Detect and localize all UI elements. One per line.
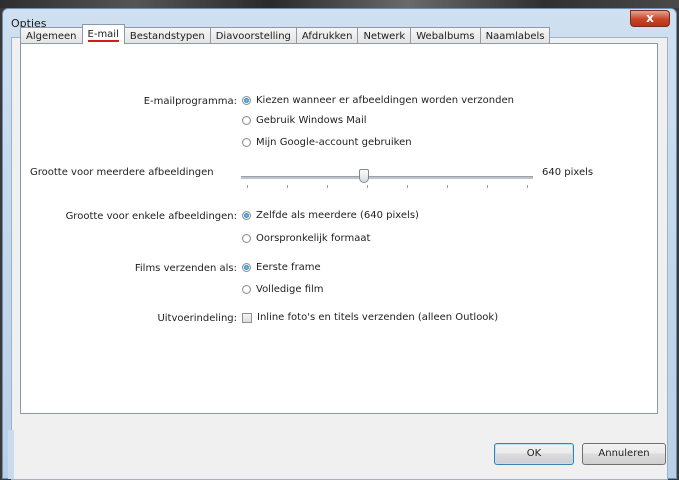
radio-label: Zelfde als meerdere (640 pixels) xyxy=(256,210,419,221)
radio-selected-icon xyxy=(242,211,251,220)
multi-size-slider[interactable] xyxy=(241,169,533,188)
radio-original-size[interactable]: Oorspronkelijk formaat xyxy=(242,233,370,244)
slider-tick xyxy=(287,185,288,188)
radio-unselected-icon xyxy=(242,116,251,125)
radio-selected-icon xyxy=(242,96,251,105)
tab-strip: Algemeen E-mail Bestandstypen Diavoorste… xyxy=(20,24,551,44)
radio-unselected-icon xyxy=(242,138,251,147)
multi-size-label: Grootte voor meerdere afbeeldingen xyxy=(30,167,214,178)
radio-label: Gebruik Windows Mail xyxy=(256,115,367,126)
radio-google-account[interactable]: Mijn Google-account gebruiken xyxy=(242,137,412,148)
radio-label: Volledige film xyxy=(256,284,324,295)
single-size-label: Grootte voor enkele afbeeldingen: xyxy=(65,211,237,222)
radio-choose-when-sending[interactable]: Kiezen wanneer er afbeeldingen worden ve… xyxy=(242,95,514,106)
email-program-label: E-mailprogramma: xyxy=(143,96,237,107)
radio-label: Oorspronkelijk formaat xyxy=(256,233,371,244)
tab-diavoorstelling[interactable]: Diavoorstelling xyxy=(209,27,297,44)
slider-track xyxy=(241,176,533,179)
slider-tick xyxy=(447,185,448,188)
radio-unselected-icon xyxy=(242,234,251,243)
close-icon: x xyxy=(646,11,654,25)
tab-afdrukken[interactable]: Afdrukken xyxy=(295,27,359,44)
slider-tick xyxy=(487,185,488,188)
slider-tick xyxy=(327,185,328,188)
desktop-background-strip xyxy=(0,0,679,8)
radio-same-as-multiple[interactable]: Zelfde als meerdere (640 pixels) xyxy=(242,210,419,221)
window-left-frame xyxy=(8,430,14,479)
radio-unselected-icon xyxy=(242,285,251,294)
checkbox-icon xyxy=(242,312,252,323)
radio-full-movie[interactable]: Volledige film xyxy=(242,284,324,295)
tab-email[interactable]: E-mail xyxy=(81,24,125,44)
tab-bestandstypen[interactable]: Bestandstypen xyxy=(123,27,211,44)
ok-button[interactable]: OK xyxy=(494,443,574,465)
movies-label: Films verzenden als: xyxy=(134,263,237,274)
tab-email-label: E-mail xyxy=(87,29,119,42)
radio-selected-icon xyxy=(242,263,251,272)
inline-photos-checkbox[interactable]: Inline foto's en titels verzenden (allee… xyxy=(242,312,498,323)
slider-tick xyxy=(527,185,528,188)
radio-windows-mail[interactable]: Gebruik Windows Mail xyxy=(242,115,367,126)
tab-algemeen[interactable]: Algemeen xyxy=(20,27,83,44)
tab-netwerk[interactable]: Netwerk xyxy=(357,27,412,44)
radio-label: Eerste frame xyxy=(256,262,321,273)
tab-naamlabels[interactable]: Naamlabels xyxy=(479,27,551,44)
close-button[interactable]: x xyxy=(630,10,670,27)
slider-tick xyxy=(407,185,408,188)
slider-tick xyxy=(367,185,368,188)
radio-label: Kiezen wanneer er afbeeldingen worden ve… xyxy=(256,95,514,106)
slider-thumb[interactable] xyxy=(359,169,369,183)
cancel-button[interactable]: Annuleren xyxy=(582,443,666,465)
checkbox-label: Inline foto's en titels verzenden (allee… xyxy=(257,312,499,323)
slider-tick xyxy=(247,185,248,188)
tab-webalbums[interactable]: Webalbums xyxy=(410,27,481,44)
multi-size-value: 640 pixels xyxy=(542,167,594,178)
output-layout-label: Uitvoerindeling: xyxy=(157,313,237,324)
radio-first-frame[interactable]: Eerste frame xyxy=(242,262,321,273)
radio-label: Mijn Google-account gebruiken xyxy=(256,137,412,148)
